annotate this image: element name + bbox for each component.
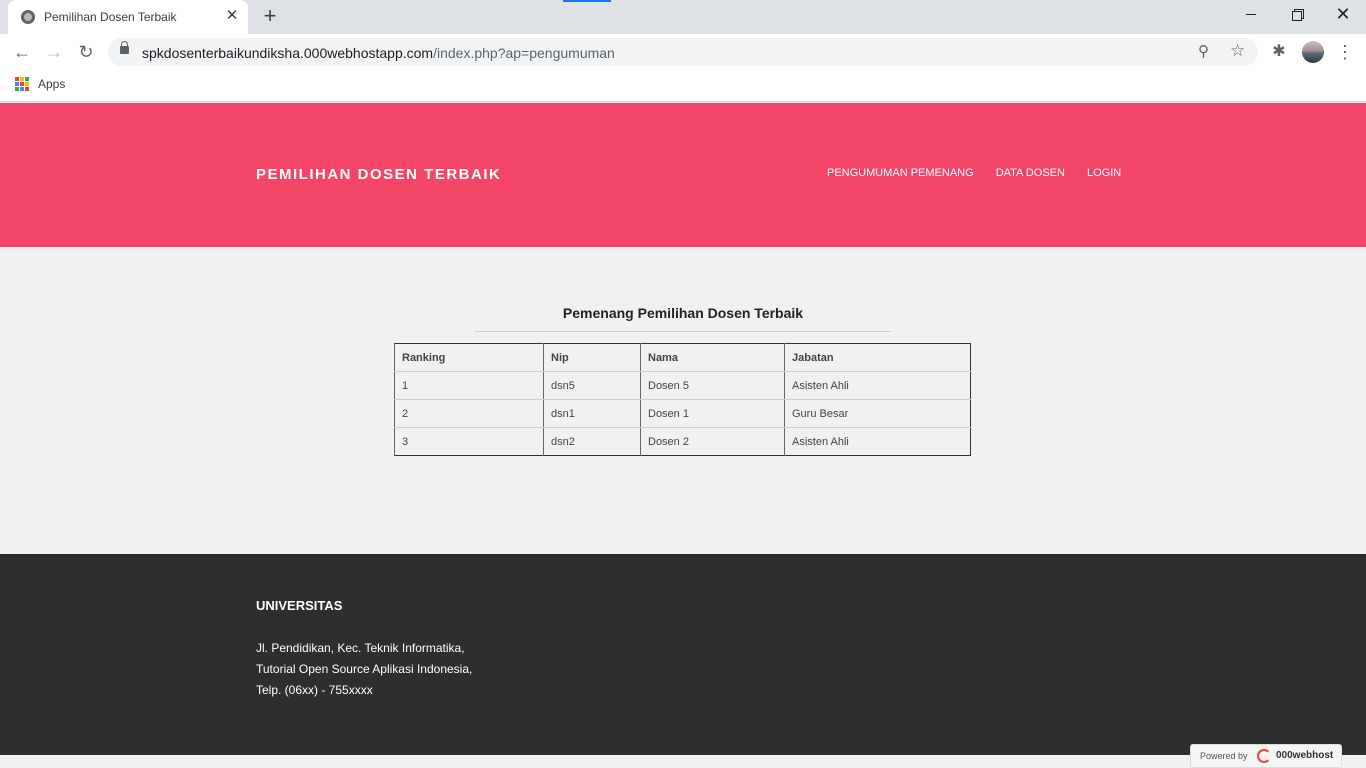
lock-icon[interactable] (120, 41, 129, 54)
footer-title: UNIVERSITAS (256, 598, 343, 613)
cell-ranking: 3 (394, 427, 544, 456)
url-host: spkdosenterbaikundiksha.000webhostapp.co… (142, 45, 434, 61)
browser-toolbar: ← → ↻ spkdosenterbaikundiksha.000webhost… (0, 34, 1366, 70)
tab-bar: Pemilihan Dosen Terbaik ✕ + ✕ (0, 0, 1366, 34)
main-content: Pemenang Pemilihan Dosen Terbaik Ranking… (0, 247, 1366, 554)
apps-grid-dot (25, 77, 29, 81)
apps-grid-dot (15, 82, 19, 86)
restore-button[interactable] (1274, 0, 1320, 30)
table-row: 3 dsn2 Dosen 2 Asisten Ahli (394, 427, 971, 456)
zoom-icon[interactable]: ⚲ (1198, 44, 1214, 60)
page-title: Pemenang Pemilihan Dosen Terbaik (562, 305, 804, 321)
tab-strip-indicator (563, 0, 611, 2)
profile-avatar[interactable] (1302, 41, 1324, 63)
site-footer: UNIVERSITAS Jl. Pendidikan, Kec. Teknik … (0, 554, 1366, 755)
reload-icon[interactable]: ↻ (74, 40, 98, 64)
apps-grid-dot (25, 82, 29, 86)
apps-grid-dot (15, 87, 19, 91)
browser-tab[interactable]: Pemilihan Dosen Terbaik ✕ (8, 0, 248, 34)
column-header-nama: Nama (640, 343, 785, 372)
apps-grid-dot (20, 87, 24, 91)
main-nav: PENGUMUMAN PEMENANG DATA DOSEN LOGIN (827, 167, 1121, 179)
minimize-button[interactable] (1228, 0, 1274, 30)
cell-nama: Dosen 5 (640, 371, 785, 400)
nav-link-data-dosen[interactable]: DATA DOSEN (996, 167, 1065, 179)
table-row: 1 dsn5 Dosen 5 Asisten Ahli (394, 371, 971, 400)
apps-bookmark[interactable]: Apps (38, 77, 65, 91)
window-close-button[interactable]: ✕ (1320, 0, 1366, 30)
apps-grid-dot (15, 77, 19, 81)
address-bar[interactable]: spkdosenterbaikundiksha.000webhostapp.co… (108, 38, 1258, 66)
cell-nama: Dosen 1 (640, 399, 785, 428)
webhost-name: 000webhost (1276, 750, 1334, 761)
cell-ranking: 2 (394, 399, 544, 428)
globe-icon (21, 10, 35, 24)
page-bottom-strip (0, 755, 1366, 768)
powered-by-badge[interactable]: Powered by 000webhost (1190, 744, 1342, 768)
cell-jabatan: Asisten Ahli (784, 371, 971, 400)
apps-grid-icon[interactable] (15, 77, 29, 91)
site-brand[interactable]: PEMILIHAN DOSEN TERBAIK (256, 166, 501, 183)
bookmarks-bar: Apps (0, 70, 1366, 102)
nav-link-pengumuman-pemenang[interactable]: PENGUMUMAN PEMENANG (827, 167, 974, 179)
close-tab-icon[interactable]: ✕ (224, 8, 240, 24)
column-header-nip: Nip (543, 343, 641, 372)
nav-link-login[interactable]: LOGIN (1087, 167, 1121, 179)
apps-grid-dot (20, 82, 24, 86)
apps-grid-dot (25, 87, 29, 91)
browser-menu-icon[interactable]: ⋮ (1336, 41, 1354, 63)
url-text[interactable]: spkdosenterbaikundiksha.000webhostapp.co… (142, 45, 615, 61)
cell-jabatan: Guru Besar (784, 399, 971, 428)
powered-by-label: Powered by (1200, 751, 1248, 761)
address-line: Telp. (06xx) - 755xxxx (256, 683, 373, 697)
address-line: Jl. Pendidikan, Kec. Teknik Informatika, (256, 641, 465, 655)
footer-address: Jl. Pendidikan, Kec. Teknik Informatika,… (256, 638, 472, 701)
title-divider (475, 331, 891, 332)
cell-ranking: 1 (394, 371, 544, 400)
bookmark-star-icon[interactable]: ☆ (1230, 42, 1248, 60)
back-arrow-icon[interactable]: ← (10, 40, 34, 64)
extensions-puzzle-icon[interactable]: ✱ (1270, 43, 1288, 61)
address-line: Tutorial Open Source Aplikasi Indonesia, (256, 662, 473, 676)
cell-nip: dsn2 (543, 427, 641, 456)
cell-nip: dsn1 (543, 399, 641, 428)
cell-jabatan: Asisten Ahli (784, 427, 971, 456)
url-path: /index.php?ap=pengumuman (433, 45, 615, 61)
tab-title: Pemilihan Dosen Terbaik (44, 10, 177, 24)
site-header: PEMILIHAN DOSEN TERBAIK PENGUMUMAN PEMEN… (0, 103, 1366, 247)
cell-nama: Dosen 2 (640, 427, 785, 456)
column-header-ranking: Ranking (394, 343, 544, 372)
table-row: 2 dsn1 Dosen 1 Guru Besar (394, 399, 971, 428)
column-header-jabatan: Jabatan (784, 343, 971, 372)
new-tab-button[interactable]: + (259, 5, 281, 27)
forward-arrow-icon[interactable]: → (42, 40, 66, 64)
webhost-logo-icon (1257, 749, 1271, 763)
cell-nip: dsn5 (543, 371, 641, 400)
apps-grid-dot (20, 77, 24, 81)
winners-table: Ranking Nip Nama Jabatan 1 dsn5 Dosen 5 … (394, 343, 971, 456)
table-header-row: Ranking Nip Nama Jabatan (394, 343, 971, 372)
